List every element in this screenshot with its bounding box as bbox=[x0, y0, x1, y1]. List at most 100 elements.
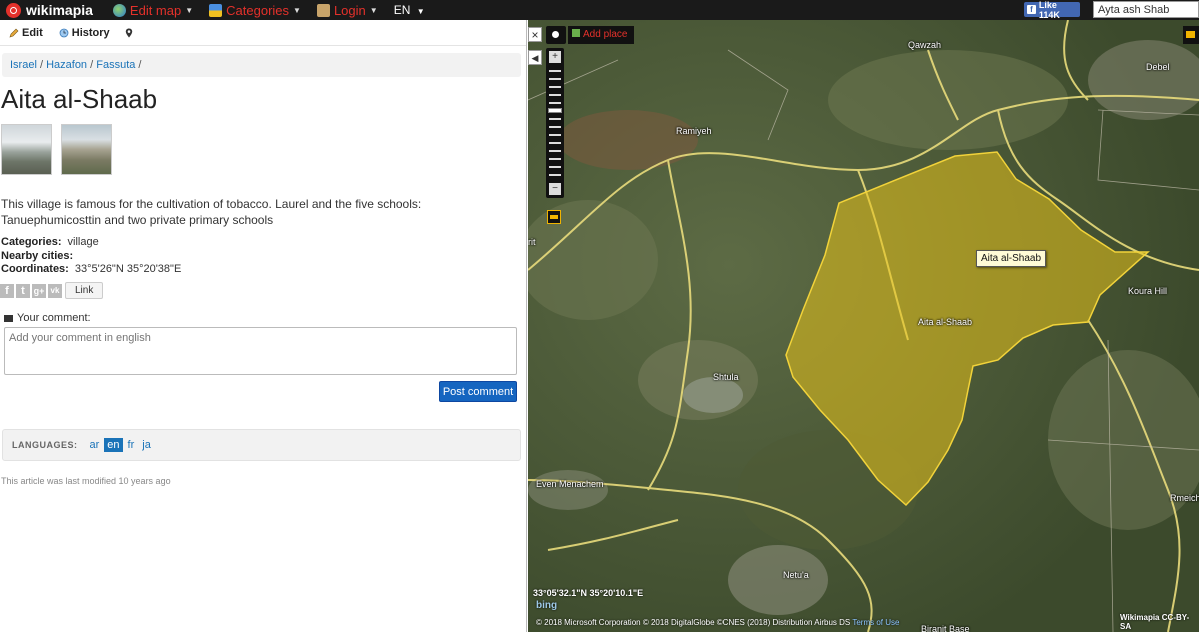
zoom-tick bbox=[549, 94, 561, 96]
coordinates-row: Coordinates: 33°5'26"N 35°20'38"E bbox=[1, 263, 182, 275]
edit-button[interactable]: Edit bbox=[9, 27, 43, 39]
breadcrumb-link[interactable]: Israel bbox=[10, 59, 37, 71]
logo-text: wikimapia bbox=[26, 2, 93, 18]
map-label: Biranit Base bbox=[921, 624, 970, 632]
zoom-tick bbox=[549, 142, 561, 144]
breadcrumb-link[interactable]: Hazafon bbox=[46, 59, 87, 71]
zoom-tick bbox=[549, 118, 561, 120]
map-label: Rmeich bbox=[1170, 493, 1199, 503]
photo-thumbnail[interactable] bbox=[61, 124, 112, 175]
comment-input[interactable] bbox=[4, 327, 517, 375]
map-settings-button[interactable] bbox=[546, 26, 566, 44]
globe-icon bbox=[112, 3, 126, 17]
ruler-icon[interactable] bbox=[547, 210, 561, 224]
language-link-en[interactable]: en bbox=[104, 438, 123, 452]
pencil-icon bbox=[9, 28, 19, 37]
collapse-panel-button[interactable]: ◀ bbox=[528, 50, 542, 65]
add-place-button[interactable]: Add place bbox=[568, 26, 634, 44]
fb-like-label: Like 114K bbox=[1038, 0, 1060, 20]
languages-label: LANGUAGES: bbox=[12, 440, 78, 450]
language-link-ja[interactable]: ja bbox=[139, 438, 154, 452]
comment-label: Your comment: bbox=[4, 312, 91, 324]
map-label: Qawzah bbox=[908, 40, 942, 50]
edit-map-label: Edit map bbox=[129, 2, 182, 18]
login-menu[interactable]: Login ▼ bbox=[316, 2, 378, 18]
add-place-icon bbox=[572, 29, 580, 37]
zoom-tick bbox=[549, 78, 561, 80]
post-comment-button[interactable]: Post comment bbox=[439, 381, 517, 402]
photo-thumbnail[interactable] bbox=[1, 124, 52, 175]
categories-label: Categories bbox=[226, 2, 290, 18]
map-label: Even Menachem bbox=[536, 479, 604, 489]
photo-gallery bbox=[1, 124, 121, 175]
zoom-tick bbox=[549, 102, 561, 104]
edit-map-menu[interactable]: Edit map ▼ bbox=[112, 2, 194, 18]
map-label: Debel bbox=[1146, 62, 1170, 72]
category-link[interactable]: village bbox=[68, 236, 99, 248]
comment-icon bbox=[4, 314, 13, 322]
chevron-down-icon: ▼ bbox=[185, 5, 194, 15]
login-icon bbox=[316, 3, 330, 17]
place-meta: Categories: village Nearby cities: Coordi… bbox=[1, 236, 181, 277]
zoom-in-button[interactable]: + bbox=[549, 51, 561, 63]
vk-share-icon[interactable]: vk bbox=[48, 283, 62, 298]
zoom-tick bbox=[549, 150, 561, 152]
cursor-coordinates: 33°05'32.1"N 35°20'10.1"E bbox=[533, 588, 644, 598]
history-button[interactable]: History bbox=[59, 27, 110, 39]
map-label: Koura Hill bbox=[1128, 286, 1168, 296]
share-bar: f t g+ vk Link bbox=[0, 282, 104, 299]
language-menu[interactable]: EN ▼ bbox=[394, 3, 425, 17]
place-info-panel: Edit History Israel / Hazafon / Fassuta … bbox=[0, 20, 527, 632]
history-label: History bbox=[71, 26, 110, 39]
facebook-icon: f bbox=[1027, 5, 1036, 14]
map-label: Shtula bbox=[713, 372, 739, 382]
zoom-tick bbox=[549, 174, 561, 176]
zoom-out-button[interactable]: − bbox=[549, 183, 561, 195]
place-toolbar: Edit History bbox=[0, 20, 526, 46]
license-text: Wikimapia CC-BY-SA bbox=[1120, 613, 1190, 631]
history-icon bbox=[59, 28, 69, 37]
bing-logo: bing bbox=[536, 600, 558, 611]
zoom-tick bbox=[549, 126, 561, 128]
place-description: This village is famous for the cultivati… bbox=[1, 197, 422, 227]
layers-icon[interactable] bbox=[1183, 26, 1199, 44]
categories-row: Categories: village bbox=[1, 236, 99, 248]
zoom-tick bbox=[549, 158, 561, 160]
satellite-imagery bbox=[528, 20, 1199, 632]
zoom-tick bbox=[549, 166, 561, 168]
chevron-down-icon: ▼ bbox=[369, 5, 378, 15]
nearby-row: Nearby cities: bbox=[1, 249, 74, 262]
google-plus-share-icon[interactable]: g+ bbox=[32, 283, 46, 298]
twitter-share-icon[interactable]: t bbox=[16, 283, 30, 298]
zoom-tick bbox=[549, 70, 561, 72]
facebook-share-icon[interactable]: f bbox=[0, 283, 14, 298]
link-button[interactable]: Link bbox=[65, 282, 104, 299]
categories-menu[interactable]: Categories ▼ bbox=[209, 3, 301, 18]
zoom-handle[interactable] bbox=[548, 108, 562, 113]
wikimapia-logo[interactable]: wikimapia bbox=[6, 2, 93, 18]
facebook-like-button[interactable]: f Like 114K bbox=[1024, 0, 1080, 20]
language-label: EN bbox=[393, 3, 411, 17]
language-link-ar[interactable]: ar bbox=[87, 438, 103, 452]
map-label: Netu'a bbox=[783, 570, 809, 580]
chevron-down-icon: ▼ bbox=[293, 5, 301, 15]
edit-label: Edit bbox=[22, 26, 43, 39]
language-link-fr[interactable]: fr bbox=[125, 438, 138, 452]
map-label: Aita al-Shaab bbox=[918, 317, 973, 327]
map-pin-icon bbox=[125, 28, 132, 37]
locate-button[interactable] bbox=[124, 28, 137, 38]
last-modified-note: This article was last modified 10 years … bbox=[1, 476, 171, 486]
zoom-tick bbox=[549, 134, 561, 136]
close-panel-button[interactable]: × bbox=[528, 27, 542, 42]
terms-of-use-link[interactable]: Terms of Use bbox=[852, 618, 899, 627]
breadcrumb-link[interactable]: Fassuta bbox=[96, 59, 135, 71]
zoom-slider[interactable]: + − bbox=[546, 48, 564, 198]
zoom-tick bbox=[549, 86, 561, 88]
map-view[interactable]: Qawzah Debel Ramiyeh Koura Hill Aita al-… bbox=[528, 20, 1199, 632]
wikimapia-logo-icon bbox=[6, 2, 21, 18]
map-search-input[interactable] bbox=[1093, 1, 1199, 18]
page-title: Aita al-Shaab bbox=[1, 84, 158, 114]
top-bar: wikimapia Edit map ▼ Categories ▼ Login … bbox=[0, 0, 1199, 20]
login-label: Login bbox=[333, 2, 366, 18]
place-tooltip[interactable]: Aita al-Shaab bbox=[976, 250, 1047, 267]
